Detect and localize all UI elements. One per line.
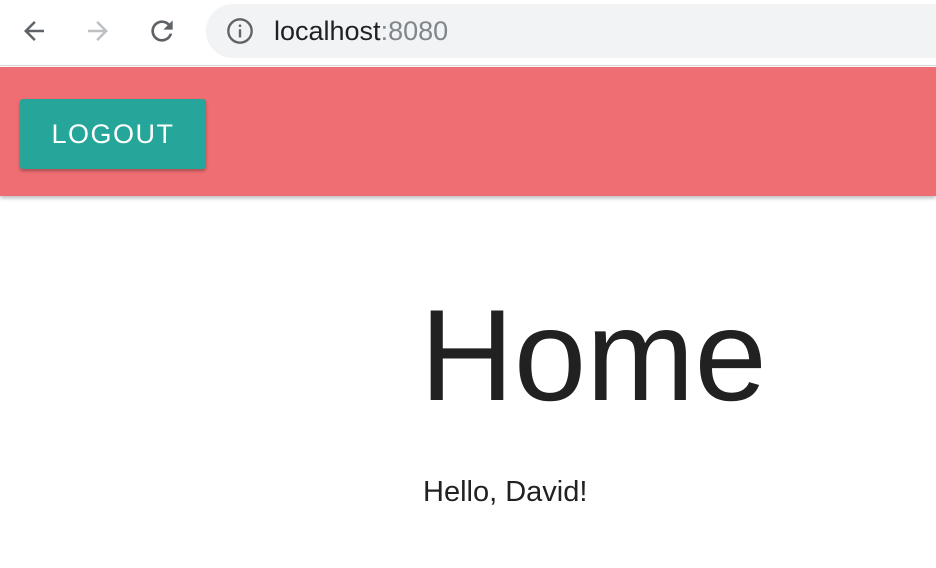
page-title: Home	[420, 282, 767, 428]
back-button[interactable]	[14, 11, 54, 51]
reload-icon	[151, 20, 173, 42]
url-host: localhost	[274, 16, 381, 46]
forward-button[interactable]	[78, 11, 118, 51]
arrow-right-icon	[88, 21, 108, 41]
url-port: :8080	[380, 16, 449, 46]
logout-button[interactable]: LOGOUT	[20, 99, 206, 169]
reload-button[interactable]	[142, 11, 182, 51]
greeting-text: Hello, David!	[423, 476, 588, 508]
arrow-left-icon	[24, 21, 44, 41]
browser-toolbar: localhost:8080	[0, 0, 936, 66]
info-icon[interactable]	[226, 17, 254, 45]
address-bar[interactable]: localhost:8080	[206, 4, 936, 58]
app-bar: LOGOUT	[0, 67, 936, 196]
url-text[interactable]: localhost:8080	[274, 15, 448, 47]
